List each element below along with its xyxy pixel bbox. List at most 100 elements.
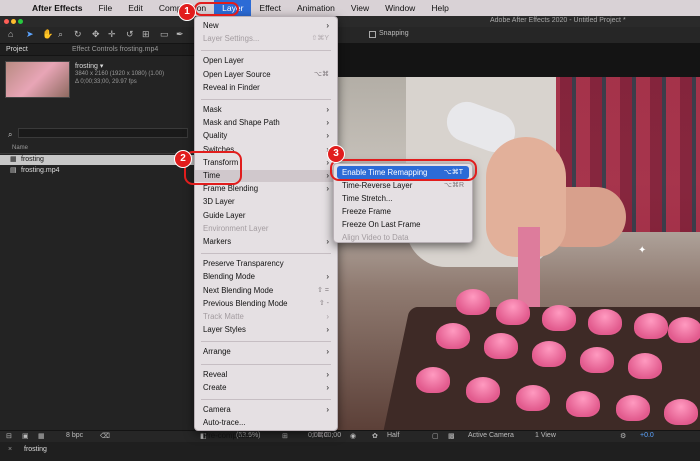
pen-tool-icon[interactable]: ✒: [176, 29, 184, 40]
menu-help[interactable]: Help: [423, 3, 456, 13]
new-composition-icon[interactable]: ▦: [38, 432, 45, 440]
show-channel-icon[interactable]: ✿: [372, 432, 378, 440]
menu-item-label: Open Layer Source: [203, 69, 271, 79]
project-row-frosting-mp4[interactable]: ▤ frosting.mp4: [0, 166, 194, 176]
tab-project[interactable]: Project: [6, 46, 28, 53]
menu-item-pre-compose[interactable]: Pre-compose... ⇧⌘C: [203, 430, 329, 442]
menu-item-time-reverse-layer[interactable]: Time-Reverse Layer ⌥⌘R: [342, 180, 464, 192]
menu-item-freeze-on-last-frame[interactable]: Freeze On Last Frame: [342, 219, 464, 231]
home-icon[interactable]: ⌂: [8, 29, 13, 39]
exposure-value[interactable]: +0.0: [640, 432, 654, 439]
menu-item-label: Environment Layer: [203, 223, 269, 233]
project-search-input[interactable]: [18, 128, 188, 138]
hand-tool-icon[interactable]: ✋: [42, 29, 53, 40]
chevron-right-icon: ›: [326, 382, 329, 392]
menu-item-camera[interactable]: Camera ›: [203, 404, 329, 416]
new-folder-icon[interactable]: ▣: [22, 432, 29, 440]
menu-effect[interactable]: Effect: [251, 3, 289, 13]
menu-edit[interactable]: Edit: [120, 3, 151, 13]
interpret-footage-icon[interactable]: ⊟: [6, 432, 12, 440]
menu-separator: [201, 99, 331, 100]
menu-item-guide-layer[interactable]: Guide Layer: [203, 210, 329, 222]
menu-separator: [201, 341, 331, 343]
menu-item-shortcut: ⇧ =: [317, 286, 329, 294]
menu-item-auto-trace[interactable]: Auto-trace...: [203, 417, 329, 429]
menu-item-arrange[interactable]: Arrange ›: [203, 346, 329, 358]
orbit-tool-icon[interactable]: ✛: [108, 29, 116, 40]
video-meringue: [566, 391, 600, 417]
window-title-bar: Adobe After Effects 2020 - Untitled Proj…: [0, 16, 700, 27]
zoom-tool-icon[interactable]: ⌕: [58, 29, 63, 40]
video-meringue: [588, 309, 622, 335]
rectangle-tool-icon[interactable]: ▭: [160, 29, 169, 40]
rotate-tool-icon[interactable]: ↻: [74, 29, 82, 40]
settings-gear-icon[interactable]: ⚙: [620, 432, 626, 440]
menu-bar: After Effects File Edit Composition Laye…: [0, 0, 700, 16]
resolution-dropdown[interactable]: Half: [387, 432, 399, 439]
snapping-checkbox[interactable]: [369, 31, 376, 38]
menu-item-reveal-in-finder[interactable]: Reveal in Finder: [203, 82, 329, 94]
chevron-right-icon: ›: [326, 21, 329, 30]
column-header-name[interactable]: Name: [12, 145, 28, 151]
chevron-right-icon: ›: [326, 171, 329, 180]
anchor-tool-icon[interactable]: ⊞: [142, 29, 150, 40]
video-meringue: [456, 289, 490, 315]
menu-item-label: Arrange: [203, 347, 231, 357]
project-row-frosting[interactable]: ▦ frosting: [0, 155, 194, 165]
region-of-interest-icon[interactable]: ▢: [432, 432, 439, 440]
selected-item-name[interactable]: frosting ▾: [75, 62, 103, 70]
menu-item-3d-layer[interactable]: 3D Layer: [203, 196, 329, 208]
menu-item-previous-blending-mode[interactable]: Previous Blending Mode ⇧ -: [203, 298, 329, 310]
camera-view-dropdown[interactable]: Active Camera: [468, 432, 514, 439]
menu-item-freeze-frame[interactable]: Freeze Frame: [342, 206, 464, 218]
video-meringue: [634, 313, 668, 339]
menu-item-reveal[interactable]: Reveal ›: [203, 369, 329, 381]
menu-item-markers[interactable]: Markers ›: [203, 236, 329, 248]
layer-menu: New › Layer Settings... ⇧⌘Y Open Layer Open L…: [194, 16, 338, 440]
menu-item-open-layer[interactable]: Open Layer: [203, 55, 329, 67]
menu-item-new[interactable]: New ›: [203, 20, 329, 32]
menu-item-label: Quality: [203, 131, 228, 141]
menu-item-label: Guide Layer: [203, 210, 246, 220]
menu-item-label: Mask and Shape Path: [203, 118, 280, 128]
header-divider: [0, 153, 194, 154]
menu-window[interactable]: Window: [377, 3, 423, 13]
menu-item-blending-mode[interactable]: Blending Mode ›: [203, 271, 329, 283]
bit-depth-button[interactable]: 8 bpc: [66, 432, 83, 439]
minimize-window-icon[interactable]: [11, 19, 16, 24]
tab-timeline-frosting[interactable]: frosting: [24, 446, 47, 453]
menu-after-effects[interactable]: After Effects: [24, 3, 91, 13]
zoom-window-icon[interactable]: [18, 19, 23, 24]
menu-item-label: Blending Mode: [203, 272, 256, 282]
project-panel: Project Effect Controls frosting.mp4 fro…: [0, 44, 194, 430]
menu-item-label: Auto-trace...: [203, 418, 246, 428]
menu-item-open-layer-source[interactable]: Open Layer Source ⌥⌘: [203, 69, 329, 81]
app-title: Adobe After Effects 2020 - Untitled Proj…: [490, 17, 626, 24]
menu-item-create[interactable]: Create ›: [203, 382, 329, 394]
close-window-icon[interactable]: [4, 19, 9, 24]
menu-animation[interactable]: Animation: [289, 3, 343, 13]
menu-item-preserve-transparency[interactable]: Preserve Transparency: [203, 258, 329, 270]
callout-ring-enable-time-remapping: [330, 159, 477, 181]
transparency-grid-icon[interactable]: ▩: [448, 432, 455, 440]
snapshot-icon[interactable]: ◉: [350, 432, 356, 440]
menu-item-time-stretch[interactable]: Time Stretch...: [342, 193, 464, 205]
menu-item-layer-styles[interactable]: Layer Styles ›: [203, 324, 329, 336]
menu-item-quality[interactable]: Quality ›: [203, 130, 329, 142]
close-tab-icon[interactable]: ×: [8, 446, 12, 453]
view-layout-dropdown[interactable]: 1 View: [535, 432, 556, 439]
undo-icon[interactable]: ↺: [126, 29, 134, 40]
trash-icon[interactable]: ⌫: [100, 432, 110, 440]
selection-tool-icon[interactable]: ➤: [26, 29, 34, 40]
menu-item-next-blending-mode[interactable]: Next Blending Mode ⇧ =: [203, 285, 329, 297]
tab-effect-controls[interactable]: Effect Controls frosting.mp4: [72, 46, 158, 53]
menu-file[interactable]: File: [91, 3, 121, 13]
menu-item-label: Frame Blending: [203, 184, 259, 194]
project-panel-tabs: Project Effect Controls frosting.mp4: [0, 44, 194, 56]
menu-item-mask-and-shape-path[interactable]: Mask and Shape Path ›: [203, 117, 329, 129]
menu-view[interactable]: View: [343, 3, 377, 13]
menu-item-mask[interactable]: Mask ›: [203, 104, 329, 116]
composition-icon: ▦: [10, 156, 17, 163]
pan-behind-tool-icon[interactable]: ✥: [92, 29, 100, 40]
menu-item-label: Open Layer: [203, 56, 244, 66]
